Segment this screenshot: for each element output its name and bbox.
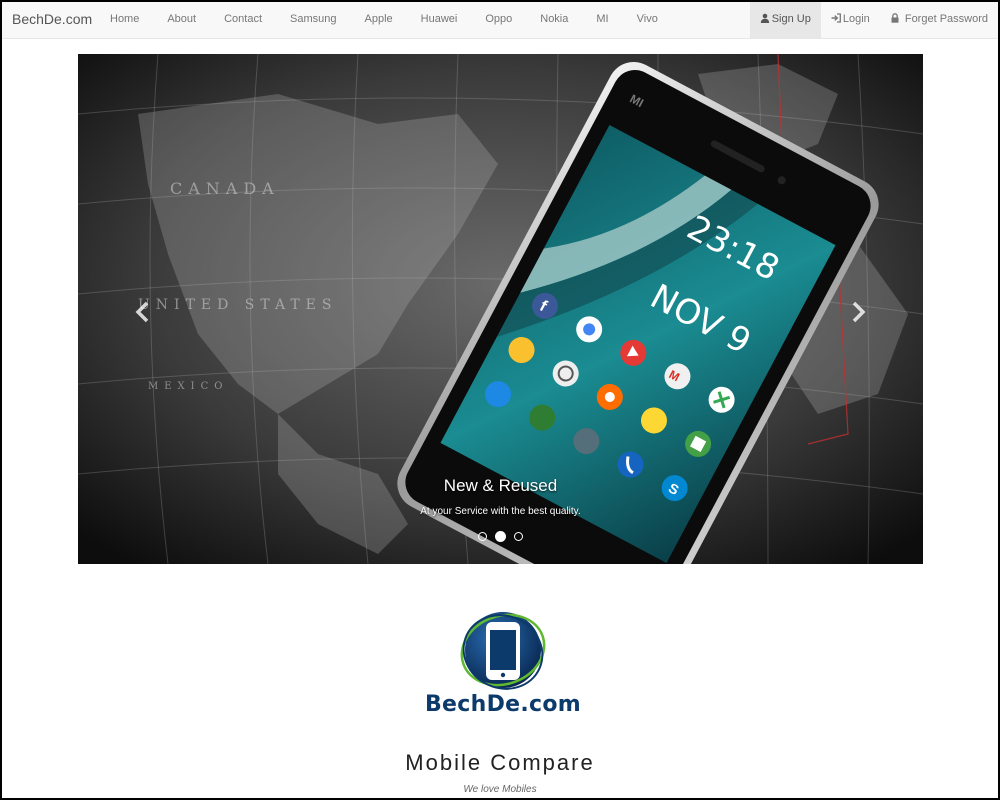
nav-contact[interactable]: Contact: [210, 2, 276, 38]
login-icon: [831, 13, 841, 23]
signup-link[interactable]: Sign Up: [749, 2, 821, 38]
logo-text: BechDe.com: [424, 692, 581, 717]
login-label: Login: [842, 13, 870, 25]
carousel-indicator-3[interactable]: [514, 532, 524, 542]
navbar: BechDe.com Home About Contact Samsung Ap…: [2, 2, 998, 39]
nav-nokia[interactable]: Nokia: [526, 2, 582, 38]
nav-links: Home About Contact Samsung Apple Huawei …: [96, 2, 672, 38]
nav-apple[interactable]: Apple: [351, 2, 407, 38]
navbar-brand[interactable]: BechDe.com: [12, 2, 92, 38]
page-tagline: We love Mobiles: [463, 784, 537, 795]
chevron-left-icon: [135, 301, 149, 323]
smartphone-icon: [460, 612, 546, 690]
nav-mi[interactable]: MI: [582, 2, 622, 38]
forget-password-link[interactable]: Forget Password: [880, 2, 998, 38]
browser-page: BechDe.com Home About Contact Samsung Ap…: [2, 2, 998, 798]
login-link[interactable]: Login: [821, 2, 880, 38]
carousel-indicator-1[interactable]: [477, 532, 487, 542]
nav-vivo[interactable]: Vivo: [623, 2, 672, 38]
nav-home[interactable]: Home: [96, 2, 153, 38]
page-title: Mobile Compare: [405, 750, 595, 775]
carousel-caption-title: New & Reused: [443, 476, 558, 495]
user-icon: [760, 13, 769, 23]
nav-account: Sign Up Login Forget Password: [749, 2, 998, 38]
carousel-next-button[interactable]: [843, 294, 873, 334]
hero-carousel[interactable]: CANADA UNITED STATES MEXICO MI 23:18 NOV…: [78, 54, 923, 564]
site-logo: BechDe.com: [418, 610, 588, 722]
nav-huawei[interactable]: Huawei: [407, 2, 472, 38]
carousel-prev-button[interactable]: [128, 294, 158, 334]
carousel-indicators: [78, 528, 923, 546]
carousel-caption-subtitle: At your Service with the best quality.: [420, 506, 581, 517]
nav-about[interactable]: About: [153, 2, 210, 38]
nav-oppo[interactable]: Oppo: [471, 2, 526, 38]
chevron-right-icon: [852, 301, 866, 323]
map-label-us: UNITED STATES: [138, 297, 337, 313]
map-label-canada: CANADA: [170, 179, 280, 198]
forget-password-label: Forget Password: [904, 13, 988, 25]
lock-icon: [891, 13, 899, 23]
nav-samsung[interactable]: Samsung: [276, 2, 350, 38]
map-label-mexico: MEXICO: [148, 381, 228, 392]
signup-label: Sign Up: [771, 13, 811, 25]
carousel-indicator-2[interactable]: [495, 531, 506, 543]
